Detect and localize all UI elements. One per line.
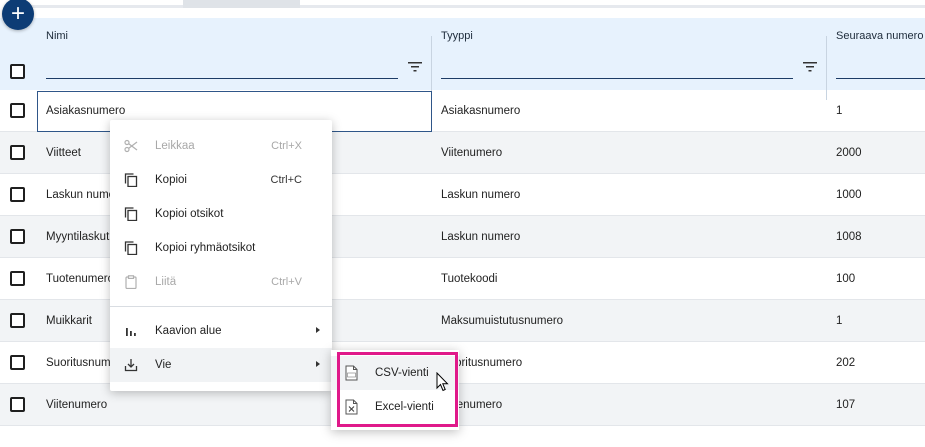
cell-next[interactable]: 100 [836,258,925,300]
menu-item-paste[interactable]: Liitä Ctrl+V [110,265,332,299]
menu-item-shortcut: Ctrl+V [271,276,302,288]
menu-item-label: Excel-vienti [375,401,434,413]
csv-file-icon [345,365,358,381]
cell-next[interactable]: 1 [836,90,925,132]
menu-item-excel-export[interactable]: Excel-vienti [331,390,459,424]
filter-icon[interactable] [803,62,817,72]
row-checkbox[interactable] [10,355,25,370]
cell-type[interactable]: Maksumuistutusnumero [441,300,821,342]
tab-strip [0,0,925,18]
tab-underline [30,5,925,8]
cell-next[interactable]: 1008 [836,216,925,258]
cell-next[interactable]: 107 [836,384,925,426]
copy-icon [124,207,138,221]
row-checkbox[interactable] [10,103,25,118]
cell-type[interactable]: Suoritusnumero [441,342,821,384]
cell-type[interactable]: Viitenumero [441,384,821,426]
menu-item-shortcut: Ctrl+C [270,174,302,186]
row-checkbox[interactable] [10,397,25,412]
row-checkbox[interactable] [10,145,25,160]
column-header-type[interactable]: Tyyppi [441,30,473,42]
menu-item-copy-group-headers[interactable]: Kopioi ryhmäotsikot [110,231,332,265]
grid-header: Nimi Tyyppi Seuraava numero [0,18,925,100]
submenu-arrow-icon [316,361,320,367]
menu-item-copy[interactable]: Kopioi Ctrl+C [110,163,332,197]
type-filter-input[interactable] [441,78,793,79]
clipboard-icon [125,275,137,289]
menu-item-label: Kopioi ryhmäotsikot [155,242,256,254]
menu-item-export[interactable]: Vie [110,348,332,382]
row-checkbox[interactable] [10,313,25,328]
copy-icon [124,241,138,255]
filter-icon[interactable] [408,62,422,72]
menu-item-shortcut: Ctrl+X [271,140,302,152]
menu-item-cut[interactable]: Leikkaa Ctrl+X [110,129,332,163]
menu-item-chart-range[interactable]: Kaavion alue [110,314,332,348]
cell-next[interactable]: 2000 [836,132,925,174]
cell-type[interactable]: Viitenumero [441,132,821,174]
menu-item-label: Liitä [155,276,177,288]
next-filter-input[interactable] [836,78,925,79]
cell-next[interactable]: 202 [836,342,925,384]
cell-next[interactable]: 1000 [836,174,925,216]
cell-next[interactable]: 1 [836,300,925,342]
row-checkbox[interactable] [10,229,25,244]
menu-item-label: Kopioi [155,174,187,186]
row-checkbox[interactable] [10,271,25,286]
menu-divider [110,306,332,307]
select-all-checkbox[interactable] [10,64,25,79]
copy-icon [124,173,138,187]
cell-type[interactable]: Asiakasnumero [441,90,821,132]
row-checkbox[interactable] [10,187,25,202]
cell-type[interactable]: Laskun numero [441,174,821,216]
cell-type[interactable]: Laskun numero [441,216,821,258]
chart-icon [126,328,136,336]
menu-item-label: Vie [155,359,172,371]
menu-item-label: Leikkaa [155,140,195,152]
tab-active-shade [183,0,300,8]
menu-item-copy-headers[interactable]: Kopioi otsikot [110,197,332,231]
menu-item-label: Kaavion alue [155,325,222,337]
column-header-name[interactable]: Nimi [46,30,68,42]
name-filter-input[interactable] [46,78,398,79]
export-icon [124,359,138,372]
submenu-arrow-icon [316,327,320,333]
excel-file-icon [345,399,358,415]
mouse-cursor-icon [436,372,449,392]
column-header-next[interactable]: Seuraava numero [836,30,923,42]
cell-type[interactable]: Tuotekoodi [441,258,821,300]
menu-item-label: CSV-vienti [375,367,429,379]
context-menu: Leikkaa Ctrl+X Kopioi Ctrl+C Kopioi otsi… [110,120,332,391]
scissors-icon [124,139,138,153]
menu-item-label: Kopioi otsikot [155,208,224,220]
